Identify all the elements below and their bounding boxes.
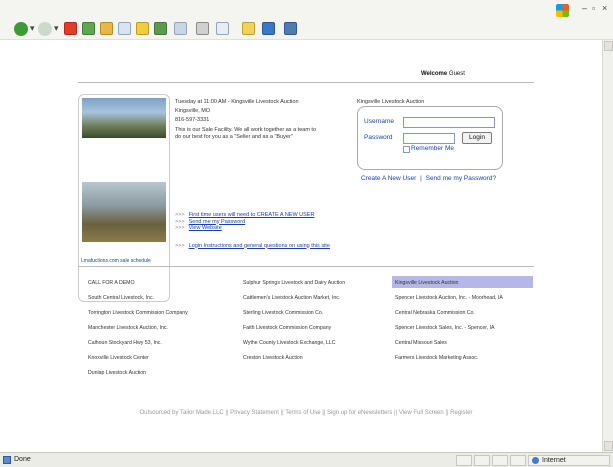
middle-divider: [78, 266, 534, 267]
auction-link[interactable]: Spencer Livestock Auction, Inc. - Moorhe…: [395, 295, 503, 301]
folder-icon[interactable]: [242, 22, 255, 35]
auction-link[interactable]: Cattlemen's Livestock Auction Market, In…: [243, 295, 340, 301]
favorites-icon[interactable]: [136, 22, 149, 35]
stop-icon[interactable]: [64, 22, 77, 35]
zone-label: Internet: [542, 457, 566, 464]
username-label: Username: [364, 118, 394, 125]
scroll-down-button[interactable]: [604, 441, 613, 451]
view-website-link[interactable]: View Website: [189, 225, 222, 231]
arrow-icon: >>>: [175, 225, 185, 231]
status-cell: [474, 455, 490, 466]
create-account-link[interactable]: Create A New User: [361, 175, 416, 182]
help-links: >>> First time users will need to CREATE …: [175, 212, 330, 249]
username-field[interactable]: [403, 117, 495, 128]
remember-me-label: Remember Me: [411, 145, 454, 152]
auction-link[interactable]: Calhoun Stockyard Hwy 53, Inc.: [88, 340, 162, 346]
auction-link[interactable]: Central Nebraska Commission Co.: [395, 310, 475, 316]
status-cell: [456, 455, 472, 466]
back-dropdown-icon[interactable]: ▾: [30, 23, 35, 34]
welcome-label: Welcome: [421, 71, 448, 77]
login-instructions-link[interactable]: Login Instructions and general questions…: [189, 243, 330, 249]
search-icon[interactable]: [118, 22, 131, 35]
internet-zone: Internet: [528, 455, 610, 466]
page-content: Welcome Guest Lmafuctions.com sale sched…: [0, 40, 602, 452]
back-icon[interactable]: [14, 22, 28, 36]
globe-icon: [532, 457, 539, 464]
auction-link-selected[interactable]: Kingsville Livestock Auction: [395, 280, 458, 286]
forward-dropdown-icon[interactable]: ▾: [54, 23, 59, 34]
description-line-2: do our best for you as a "Seller and as …: [175, 134, 293, 140]
vertical-scrollbar[interactable]: [602, 40, 613, 452]
welcome-message: Welcome Guest: [421, 71, 465, 77]
login-button[interactable]: Login: [462, 132, 492, 144]
arrow-icon: >>>: [175, 242, 185, 249]
edit-icon[interactable]: [216, 22, 229, 35]
history-icon[interactable]: [154, 22, 167, 35]
forward-icon[interactable]: [38, 22, 52, 36]
mail-icon[interactable]: [174, 22, 187, 35]
windows-logo-icon: [556, 4, 569, 17]
auction-link[interactable]: Dunlap Livestock Auction: [88, 370, 146, 376]
research-icon[interactable]: [284, 22, 297, 35]
account-links: Create A New User | Send me my Password?: [361, 175, 496, 182]
close-icon[interactable]: ×: [602, 3, 607, 13]
restore-icon[interactable]: ▫: [592, 3, 595, 13]
auction-link[interactable]: Wythe County Livestock Exchange, LLC: [243, 340, 336, 346]
send-password-link[interactable]: Send me my Password: [189, 219, 246, 225]
print-icon[interactable]: [196, 22, 209, 35]
top-divider: [78, 82, 534, 83]
refresh-icon[interactable]: [82, 22, 95, 35]
phone-line: 816-597-3331: [175, 117, 210, 123]
footer-links[interactable]: Outsourced by Tailor Made LLC || Privacy…: [78, 410, 534, 416]
auction-link[interactable]: Creston Livestock Auction: [243, 355, 303, 361]
status-text: Done: [14, 456, 31, 463]
minimize-icon[interactable]: –: [582, 3, 587, 13]
auction-link[interactable]: Faith Livestock Commission Company: [243, 325, 331, 331]
browser-toolbar: ▾ ▾ – ▫ ×: [0, 0, 613, 40]
password-label: Password: [364, 134, 393, 141]
auction-link[interactable]: South Central Livestock, Inc.: [88, 295, 154, 301]
auction-link[interactable]: CALL FOR A DEMO: [88, 280, 135, 286]
auction-link[interactable]: Manchester Livestock Auction, Inc.: [88, 325, 168, 331]
description-line-1: This is our Sale Facility. We all work t…: [175, 127, 317, 133]
sale-day-line: Tuesday at 11:00 AM - Kingsville Livesto…: [175, 99, 299, 105]
facility-exterior-image: [82, 98, 166, 138]
sale-schedule-link[interactable]: Lmafuctions.com sale schedule: [81, 258, 151, 264]
password-field[interactable]: [403, 133, 455, 144]
scroll-up-button[interactable]: [604, 41, 613, 51]
auction-link[interactable]: Spencer Livestock Sales, Inc. - Spencer,…: [395, 325, 494, 331]
forgot-password-link[interactable]: Send me my Password?: [426, 175, 496, 182]
arrow-icon: >>>: [175, 212, 185, 218]
status-cell: [492, 455, 508, 466]
sale-barn-interior-image: [82, 182, 166, 242]
login-title: Kingsville Livestock Auction: [357, 99, 425, 105]
photo-panel: Lmafuctions.com sale schedule: [78, 94, 170, 302]
arrow-icon: >>>: [175, 218, 185, 225]
auction-link[interactable]: Farmers Livestock Marketing Assoc.: [395, 355, 478, 361]
auction-link[interactable]: Torrington Livestock Commission Company: [88, 310, 188, 316]
create-new-user-link[interactable]: First time users will need to CREATE A N…: [189, 212, 315, 218]
login-form: Username Password Login Remember Me: [357, 106, 503, 170]
messenger-icon[interactable]: [262, 22, 275, 35]
link-separator: |: [420, 175, 422, 182]
auction-link[interactable]: Sterling Livestock Commission Co.: [243, 310, 323, 316]
remember-me-checkbox[interactable]: [403, 146, 410, 153]
home-icon[interactable]: [100, 22, 113, 35]
location-line: Kingsville, MO: [175, 108, 211, 114]
status-bar: Done Internet: [0, 452, 613, 467]
auction-link[interactable]: Central Missouri Sales: [395, 340, 447, 346]
welcome-user: Guest: [448, 71, 465, 77]
status-cell: [510, 455, 526, 466]
auction-info: Tuesday at 11:00 AM - Kingsville Livesto…: [175, 98, 350, 141]
page-done-icon: [3, 456, 11, 464]
auction-link[interactable]: Sulphur Springs Livestock and Dairy Auct…: [243, 280, 345, 286]
auction-link[interactable]: Knoxville Livestock Center: [88, 355, 149, 361]
